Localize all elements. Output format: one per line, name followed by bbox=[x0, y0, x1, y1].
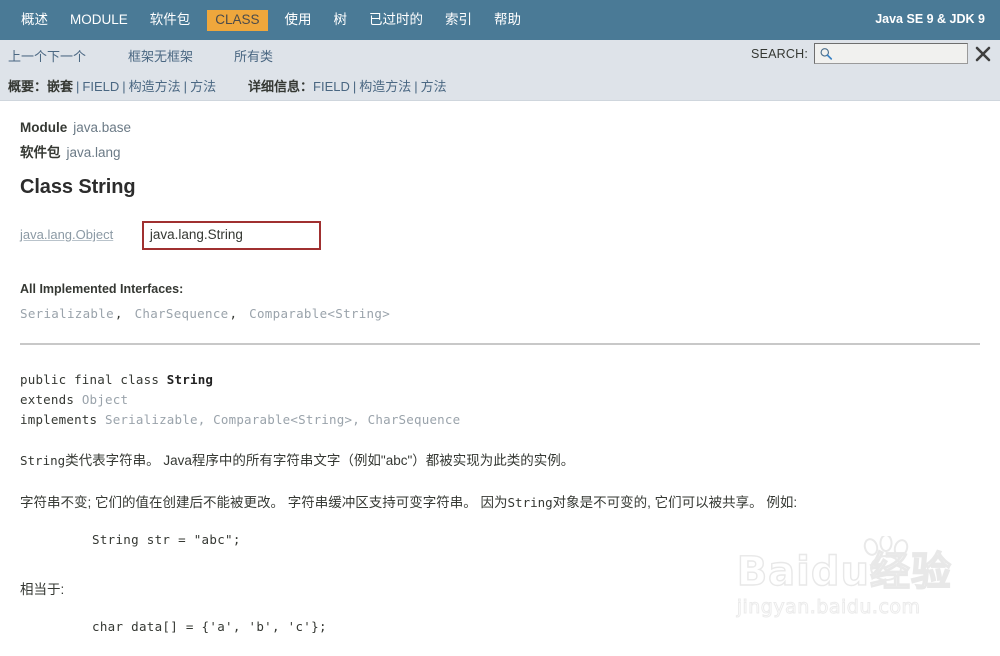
description-paragraph-1-text: 类代表字符串。 Java程序中的所有字符串文字（例如"abc"）都被实现为此类的… bbox=[65, 453, 575, 468]
package-label: 软件包 bbox=[20, 145, 61, 160]
detail-title: 详细信息： bbox=[248, 78, 314, 94]
search-icon bbox=[820, 47, 833, 60]
module-label: Module bbox=[20, 120, 68, 135]
nav-prev[interactable]: 上一个 bbox=[8, 46, 47, 65]
declaration-line-3: implements Serializable, Comparable<Stri… bbox=[20, 410, 980, 430]
inheritance-parent-link[interactable]: java.lang.Object bbox=[20, 227, 113, 242]
class-declaration: public final class String extends Object… bbox=[20, 370, 980, 430]
top-navigation-bar: 概述 MODULE 软件包 CLASS 使用 树 已过时的 索引 帮助 Java… bbox=[0, 0, 1000, 40]
frames-group: 框架 无框架 bbox=[128, 46, 193, 65]
divider: , bbox=[114, 306, 123, 321]
declaration-modifiers: public final class bbox=[20, 372, 167, 387]
topnav-item-use[interactable]: 使用 bbox=[280, 9, 317, 31]
detail-item-method[interactable]: 方法 bbox=[421, 76, 447, 95]
java-version-label: Java SE 9 & JDK 9 bbox=[875, 12, 985, 26]
interfaces-list: Serializable, CharSequence, Comparable<S… bbox=[20, 306, 980, 321]
topnav-link-module[interactable]: MODULE bbox=[65, 9, 133, 31]
package-value-link[interactable]: java.lang bbox=[67, 145, 121, 160]
page-title: Class String bbox=[20, 176, 136, 198]
inline-code-string-1: String bbox=[20, 453, 66, 468]
nav-allclasses-link[interactable]: 所有类 bbox=[234, 49, 273, 64]
interface-link-charsequence[interactable]: CharSequence bbox=[135, 306, 229, 321]
detail-group: 详细信息： FIELD | 构造方法 | 方法 bbox=[248, 76, 447, 95]
topnav-link-deprecated[interactable]: 已过时的 bbox=[364, 9, 428, 31]
nav-frames[interactable]: 框架 bbox=[128, 46, 154, 65]
nav-allclasses[interactable]: 所有类 bbox=[234, 46, 273, 65]
divider: | bbox=[183, 78, 188, 94]
divider: | bbox=[76, 78, 80, 94]
close-icon[interactable] bbox=[974, 45, 992, 63]
summary-item-field[interactable]: FIELD bbox=[82, 79, 119, 94]
nav-next[interactable]: 下一个 bbox=[47, 46, 86, 65]
description-paragraph-2-part-a: 字符串不变; 它们的值在创建后不能被更改。 字符串缓冲区支持可变字符串。 因为 bbox=[20, 495, 508, 510]
topnav-link-class[interactable]: CLASS bbox=[210, 9, 264, 31]
module-value-link[interactable]: java.base bbox=[73, 120, 131, 135]
detail-item-field[interactable]: FIELD bbox=[313, 79, 350, 94]
divider: | bbox=[414, 78, 418, 94]
module-line: Module java.base bbox=[20, 119, 980, 137]
topnav-item-tree[interactable]: 树 bbox=[329, 9, 353, 31]
nav-next-link[interactable]: 下一个 bbox=[47, 49, 86, 64]
topnav-item-index[interactable]: 索引 bbox=[440, 9, 477, 31]
prev-next-group: 上一个 下一个 bbox=[8, 46, 86, 65]
summary-item-method[interactable]: 方法 bbox=[190, 76, 216, 95]
topnav-link-use[interactable]: 使用 bbox=[280, 9, 317, 31]
declaration-interfaces: Serializable, Comparable<String>, CharSe… bbox=[104, 412, 461, 427]
interfaces-heading: All Implemented Interfaces: bbox=[20, 282, 184, 296]
search-label: SEARCH: bbox=[751, 46, 808, 61]
topnav-item-module[interactable]: MODULE bbox=[65, 9, 133, 31]
horizontal-divider bbox=[20, 343, 980, 345]
search-input[interactable] bbox=[833, 45, 965, 62]
inline-code-string-2: String bbox=[507, 495, 553, 510]
divider: | bbox=[352, 78, 357, 94]
declaration-class-name: String bbox=[166, 372, 214, 387]
nav-frames-link[interactable]: 框架 bbox=[128, 49, 154, 64]
search-box[interactable] bbox=[814, 43, 968, 64]
summary-item-nested: 嵌套 bbox=[47, 78, 74, 94]
topnav-item-class[interactable]: CLASS bbox=[207, 9, 268, 31]
nav-noframes-link[interactable]: 无框架 bbox=[154, 49, 193, 64]
divider: , bbox=[229, 306, 238, 321]
declaration-extends-keyword: extends bbox=[20, 392, 82, 407]
topnav-link-index[interactable]: 索引 bbox=[440, 9, 477, 31]
summary-title: 概要： bbox=[8, 78, 48, 94]
declaration-implements-keyword: implements bbox=[20, 412, 105, 427]
topnav-item-help[interactable]: 帮助 bbox=[489, 9, 526, 31]
top-nav-list: 概述 MODULE 软件包 CLASS 使用 树 已过时的 索引 帮助 bbox=[10, 0, 532, 40]
nav-prev-link[interactable]: 上一个 bbox=[8, 49, 47, 64]
summary-group: 概要： 嵌套 | FIELD | 构造方法 | 方法 bbox=[8, 76, 216, 95]
declaration-superclass-link[interactable]: Object bbox=[82, 392, 128, 407]
inheritance-current-highlighted: java.lang.String bbox=[141, 221, 321, 250]
topnav-item-overview[interactable]: 概述 bbox=[16, 9, 53, 31]
description-paragraph-2: 字符串不变; 它们的值在创建后不能被更改。 字符串缓冲区支持可变字符串。 因为S… bbox=[20, 492, 980, 514]
topnav-link-tree[interactable]: 树 bbox=[329, 9, 353, 31]
topnav-item-package[interactable]: 软件包 bbox=[145, 9, 196, 31]
interface-link-serializable[interactable]: Serializable bbox=[20, 306, 114, 321]
main-content: Module java.base 软件包 java.lang Class Strin… bbox=[0, 101, 1000, 636]
topnav-link-overview[interactable]: 概述 bbox=[16, 9, 53, 31]
package-line: 软件包 java.lang bbox=[20, 144, 980, 162]
search-area: SEARCH: bbox=[751, 43, 992, 64]
summary-detail-bar: 概要： 嵌套 | FIELD | 构造方法 | 方法 详细信息： FIELD |… bbox=[0, 70, 1000, 101]
topnav-link-package[interactable]: 软件包 bbox=[145, 9, 196, 31]
topnav-link-help[interactable]: 帮助 bbox=[489, 9, 526, 31]
detail-item-constructor[interactable]: 构造方法 bbox=[359, 76, 411, 95]
divider: | bbox=[122, 78, 126, 94]
description-paragraph-1: String类代表字符串。 Java程序中的所有字符串文字（例如"abc"）都被… bbox=[20, 450, 980, 472]
all-classes-group: 所有类 bbox=[234, 46, 273, 65]
nav-noframes[interactable]: 无框架 bbox=[154, 46, 193, 65]
summary-item-constructor[interactable]: 构造方法 bbox=[129, 76, 181, 95]
sub-navigation-bar: 上一个 下一个 框架 无框架 所有类 SEARCH: bbox=[0, 40, 1000, 70]
declaration-line-2: extends Object bbox=[20, 390, 980, 410]
code-block-1: String str = "abc"; bbox=[92, 532, 241, 547]
inheritance-current-wrap: java.lang.String bbox=[141, 221, 321, 250]
code-block-2: char data[] = {'a', 'b', 'c'}; bbox=[92, 619, 327, 634]
description-paragraph-2-part-b: 对象是不可变的, 它们可以被共享。 例如: bbox=[552, 495, 798, 510]
description-paragraph-3: 相当于: bbox=[20, 582, 65, 597]
inheritance-tree: java.lang.Object java.lang.String bbox=[20, 221, 980, 250]
declaration-line-1: public final class String bbox=[20, 370, 980, 390]
interface-link-comparable[interactable]: Comparable<String> bbox=[249, 306, 390, 321]
topnav-item-deprecated[interactable]: 已过时的 bbox=[364, 9, 428, 31]
